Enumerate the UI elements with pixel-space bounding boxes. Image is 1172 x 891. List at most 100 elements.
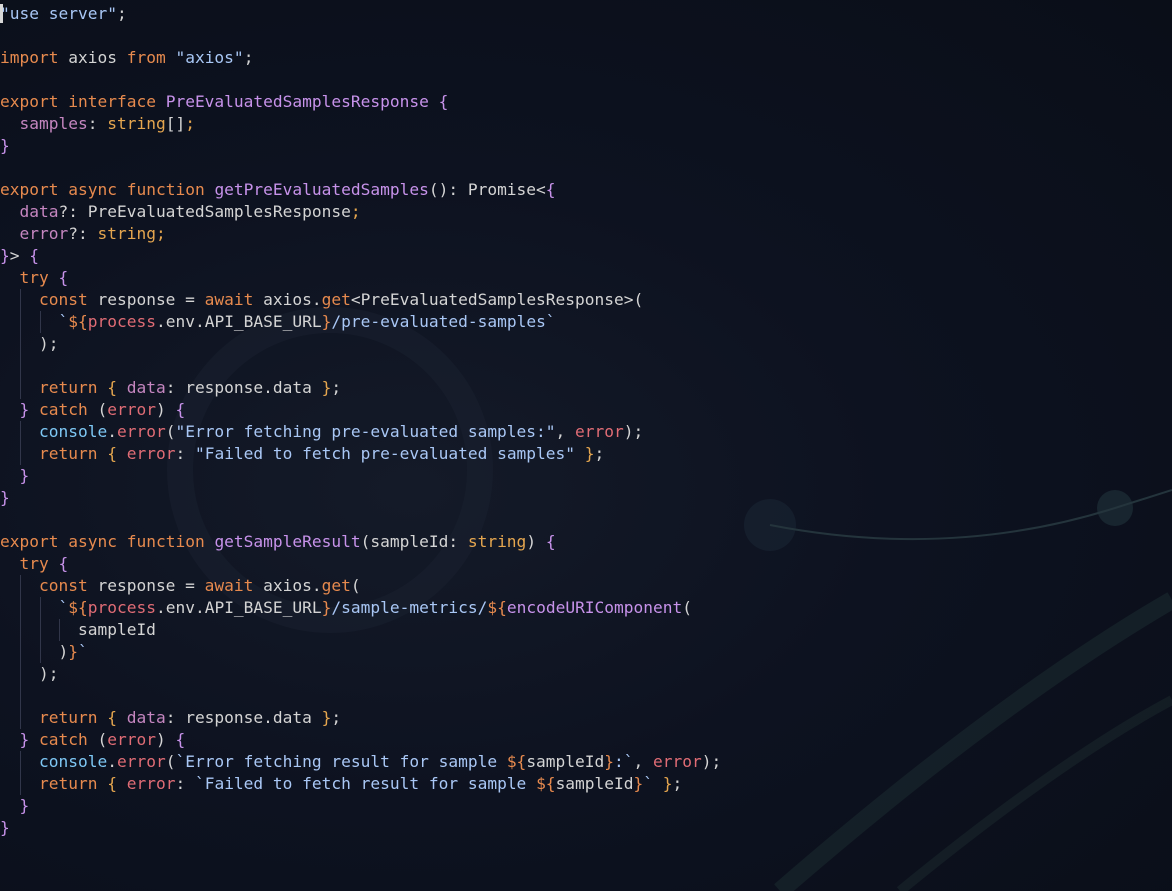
code-line[interactable]: samples: string[];: [0, 113, 721, 135]
code-token: (: [165, 422, 176, 441]
code-line[interactable]: `${process.env.API_BASE_URL}/sample-metr…: [0, 597, 721, 619]
code-editor[interactable]: "use server"; import axios from "axios"; e…: [0, 0, 1172, 891]
code-line[interactable]: return { data: response.data };: [0, 377, 721, 399]
code-token: get: [321, 290, 351, 309]
code-line[interactable]: try {: [0, 553, 721, 575]
code-token: (: [682, 598, 693, 617]
code-token: }: [321, 312, 332, 331]
code-token: getSampleResult: [214, 532, 361, 551]
code-line[interactable]: }: [0, 817, 721, 839]
indent-guide: [39, 597, 41, 619]
code-token: ): [526, 532, 546, 551]
code-token: `: [643, 774, 654, 793]
code-line[interactable]: return { error: "Failed to fetch pre-eva…: [0, 443, 721, 465]
code-line[interactable]: export async function getSampleResult(sa…: [0, 531, 721, 553]
wallpaper-orbit-line: [769, 489, 1172, 541]
code-token: return: [38, 378, 98, 397]
code-line[interactable]: }: [0, 135, 721, 157]
indent-guide: [20, 333, 22, 355]
code-token: ): [155, 730, 176, 749]
code-line[interactable]: export async function getPreEvaluatedSam…: [0, 179, 721, 201]
code-line[interactable]: const response = await axios.get<PreEval…: [0, 289, 721, 311]
code-token: catch: [39, 400, 88, 419]
code-token: {: [107, 378, 117, 397]
code-token: PreEvaluatedSamplesResponse: [165, 92, 429, 111]
code-line[interactable]: `${process.env.API_BASE_URL}/pre-evaluat…: [0, 311, 721, 333]
code-line[interactable]: try {: [0, 267, 721, 289]
wallpaper-planet-decoration: [744, 499, 796, 551]
code-token: ?: PreEvaluatedSamplesResponse: [58, 202, 351, 221]
code-line[interactable]: return { error: `Failed to fetch result …: [0, 773, 721, 795]
indent-guide: [20, 663, 22, 685]
code-token: ;: [243, 48, 254, 67]
code-token: /pre-evaluated-samples`: [331, 312, 556, 331]
code-token: get: [321, 576, 351, 595]
code-line[interactable]: import axios from "axios";: [0, 47, 721, 69]
code-line[interactable]: return { data: response.data };: [0, 707, 721, 729]
code-line[interactable]: [0, 25, 721, 47]
code-line[interactable]: [0, 355, 721, 377]
code-token: :: [87, 114, 108, 133]
code-line[interactable]: const response = await axios.get(: [0, 575, 721, 597]
code-line[interactable]: data?: PreEvaluatedSamplesResponse;: [0, 201, 721, 223]
code-line[interactable]: }: [0, 487, 721, 509]
code-token: string: [107, 114, 166, 133]
code-token: function: [126, 532, 205, 551]
code-token: from: [126, 48, 166, 67]
code-line[interactable]: }: [0, 795, 721, 817]
code-line[interactable]: error?: string;: [0, 223, 721, 245]
code-line[interactable]: console.error(`Error fetching result for…: [0, 751, 721, 773]
code-token: {: [545, 532, 556, 551]
code-token: ${: [506, 752, 527, 771]
code-line[interactable]: console.error("Error fetching pre-evalua…: [0, 421, 721, 443]
code-token: ): [0, 642, 69, 661]
code-line[interactable]: }: [0, 465, 721, 487]
code-token: ;: [672, 774, 683, 793]
code-line[interactable]: [0, 157, 721, 179]
code-line[interactable]: "use server";: [0, 3, 721, 25]
indent-guide: [20, 421, 22, 443]
code-line[interactable]: sampleId: [0, 619, 721, 641]
code-line[interactable]: [0, 509, 721, 531]
code-token: function: [126, 180, 205, 199]
code-line[interactable]: [0, 69, 721, 91]
code-token: async: [68, 532, 117, 551]
code-token: .env.API_BASE_URL: [155, 598, 322, 617]
code-token: export: [0, 92, 59, 111]
code-line[interactable]: }> {: [0, 245, 721, 267]
code-token: string: [97, 224, 156, 243]
code-token: response =: [87, 290, 205, 309]
code-token: );: [0, 334, 59, 353]
code-token: error: [126, 444, 176, 463]
code-line[interactable]: );: [0, 333, 721, 355]
code-content[interactable]: "use server"; import axios from "axios"; e…: [0, 3, 721, 839]
code-token: axios: [58, 48, 127, 67]
code-line[interactable]: } catch (error) {: [0, 399, 721, 421]
code-line[interactable]: [0, 685, 721, 707]
indent-guide: [20, 311, 22, 333]
code-line[interactable]: )}`: [0, 641, 721, 663]
code-token: }: [19, 400, 30, 419]
code-token: }: [321, 598, 332, 617]
code-line[interactable]: );: [0, 663, 721, 685]
indent-guide: [20, 289, 22, 311]
code-token: `: [77, 642, 88, 661]
code-line[interactable]: export interface PreEvaluatedSamplesResp…: [0, 91, 721, 113]
code-token: }: [0, 246, 10, 265]
code-token: ;: [331, 378, 342, 397]
code-token: .env.API_BASE_URL: [155, 312, 322, 331]
code-token: {: [29, 246, 39, 265]
code-token: }: [19, 466, 30, 485]
code-line[interactable]: } catch (error) {: [0, 729, 721, 751]
code-token: .: [107, 422, 117, 441]
